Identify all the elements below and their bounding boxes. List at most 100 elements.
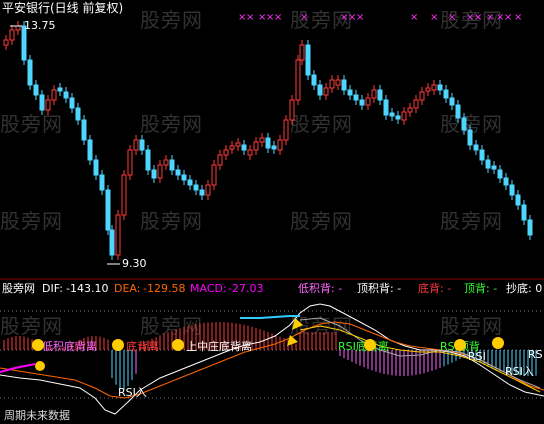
signal-cross: × [504, 12, 512, 23]
candle-body [133, 139, 139, 151]
chart-title: 平安银行(日线 前复权) [2, 1, 124, 15]
candle-body [27, 59, 33, 86]
candle-body [347, 89, 353, 96]
candle-body [283, 119, 289, 141]
candle-body [265, 137, 271, 149]
candle-body [353, 94, 359, 101]
dea-label: DEA: [114, 282, 141, 295]
low-price-label: 9.30 [122, 257, 147, 270]
top-divergence: 顶积背: - [357, 282, 402, 295]
signal-cross: × [246, 12, 254, 23]
candle-body [193, 184, 199, 191]
candle-body [145, 149, 151, 171]
candle-body [401, 111, 407, 121]
candle-body [431, 84, 437, 91]
candle-body [389, 112, 395, 117]
candle-body [93, 159, 99, 176]
candle-body [187, 179, 193, 186]
candle-body [419, 91, 425, 101]
signal-cross: × [410, 12, 418, 23]
signal-label: 底背离 [126, 340, 159, 353]
candle-body [317, 84, 323, 96]
signal-label: 上中庄底背离 [186, 340, 252, 353]
indicator-site: 股旁网 [2, 282, 35, 295]
macd-value: -27.03 [228, 282, 264, 295]
candle-body [87, 139, 93, 161]
candle-body [335, 79, 341, 86]
signal-label: RSI入 [505, 365, 534, 378]
candle-body [229, 145, 235, 150]
candle-body [121, 174, 127, 216]
candle-body [81, 119, 87, 141]
low-divergence: 低积背: - [298, 282, 343, 295]
signal-cross: × [430, 12, 438, 23]
signal-cross: × [356, 12, 364, 23]
signal-label: 低积底背离 [42, 340, 97, 353]
macd-label: MACD: [190, 282, 227, 295]
candle-body [271, 145, 277, 150]
candle-body [157, 164, 163, 179]
footer-note: 周期未来数据 [4, 409, 70, 422]
candle-body [247, 149, 253, 156]
candle-body [211, 164, 217, 186]
candlesticks [3, 21, 533, 260]
candle-body [473, 144, 479, 151]
cyan-line [240, 315, 300, 319]
signal-cross: × [486, 12, 494, 23]
signal-cross: × [514, 12, 522, 23]
candle-body [365, 97, 371, 106]
candle-body [169, 159, 175, 171]
candle-body [455, 104, 461, 119]
candle-body [305, 44, 311, 76]
candle-body [497, 169, 503, 179]
candle-body [377, 89, 383, 101]
candle-body [39, 94, 45, 111]
candle-body [259, 137, 265, 143]
chaodi: 抄底: 0 [506, 282, 543, 295]
candle-body [341, 79, 347, 91]
signal-cross: × [448, 12, 456, 23]
candle-body [299, 44, 305, 61]
candlestick-chart: × × × × × × × × × × × × × × × × × × [0, 12, 544, 415]
candle-body [199, 189, 205, 196]
candle-body [395, 115, 401, 120]
candle-body [253, 141, 259, 151]
candle-body [479, 149, 485, 161]
candle-body [9, 29, 15, 41]
candle-body [521, 204, 527, 221]
candle-body [45, 99, 51, 111]
candle-body [63, 91, 69, 99]
candle-body [277, 139, 283, 151]
candle-body [151, 169, 157, 179]
candle-body [241, 144, 247, 151]
signal-label: RSI入 [118, 386, 147, 399]
high-price-label: 13.75 [24, 19, 56, 32]
candle-body [515, 194, 521, 206]
candle-body [51, 89, 57, 101]
candle-body [181, 174, 187, 181]
candle-body [217, 154, 223, 166]
candle-body [105, 189, 111, 231]
candle-body [175, 169, 181, 176]
candle-body [437, 84, 443, 91]
candle-body [69, 97, 75, 109]
candle-body [109, 229, 115, 256]
candle-body [57, 87, 63, 92]
dea-value: -129.58 [143, 282, 186, 295]
candle-body [235, 142, 241, 147]
candle-body [115, 214, 121, 256]
candle-body [289, 99, 295, 121]
candle-body [509, 184, 515, 196]
candle-body [127, 149, 133, 176]
dea-line [0, 321, 544, 399]
candle-body [491, 165, 497, 170]
candle-body [99, 174, 105, 191]
signal-cross: × [300, 12, 308, 23]
candle-body [223, 149, 229, 156]
macd-histogram [3, 322, 537, 390]
candle-body [527, 219, 533, 236]
candle-body [75, 107, 81, 121]
top-back: 顶背: - [464, 282, 498, 295]
dif-value: -143.10 [66, 282, 109, 295]
candle-body [383, 99, 389, 116]
